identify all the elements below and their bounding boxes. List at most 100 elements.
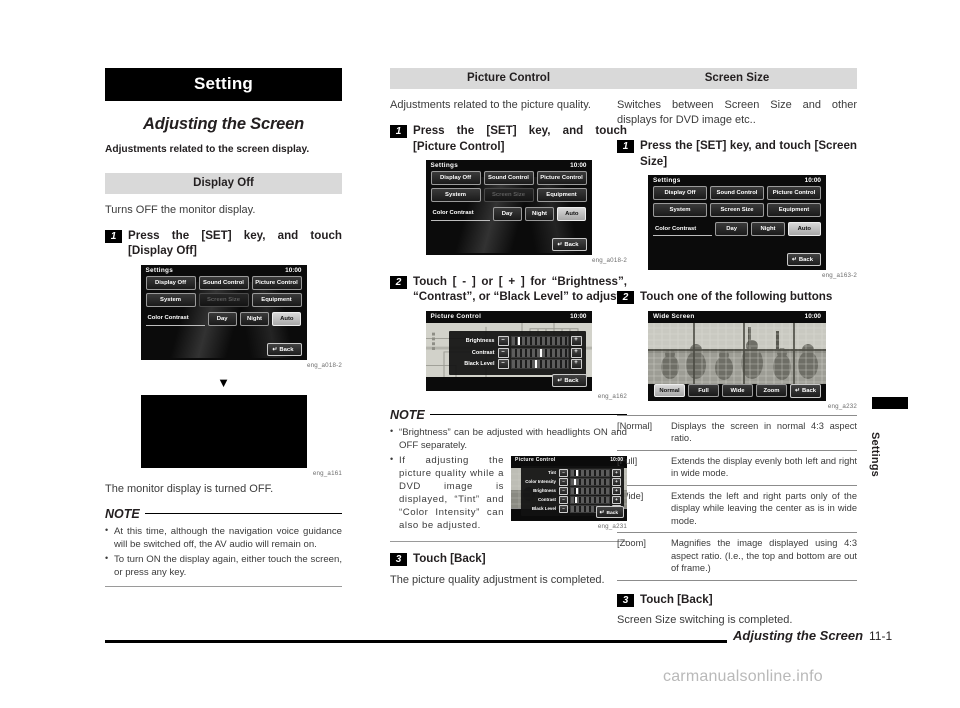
device-button-equipment[interactable]: Equipment bbox=[251, 292, 302, 307]
increase-button[interactable]: + bbox=[570, 347, 582, 358]
increase-button[interactable]: + bbox=[612, 486, 621, 495]
table-cell-key: [Zoom] bbox=[617, 532, 671, 582]
note-label: NOTE bbox=[105, 506, 140, 521]
device-button-sound-control[interactable]: Sound Control bbox=[483, 170, 534, 185]
decrease-button[interactable]: – bbox=[497, 336, 509, 347]
device-back-button[interactable]: ↵ Back bbox=[267, 342, 302, 356]
device-screenshot-picture-control-dvd: Picture Control 10:00 Tint – + Color Int… bbox=[511, 455, 627, 521]
slider-knob[interactable] bbox=[518, 337, 521, 346]
table-row: [Normal] Displays the screen in normal 4… bbox=[617, 414, 857, 451]
device-button-equipment[interactable]: Equipment bbox=[536, 187, 587, 202]
device-button-display-off[interactable]: Display Off bbox=[430, 170, 481, 185]
device-button-night[interactable]: Night bbox=[239, 311, 270, 326]
device-clock: 10:00 bbox=[610, 457, 623, 464]
footer-rule bbox=[105, 640, 727, 643]
slider-knob[interactable] bbox=[574, 496, 577, 503]
device-color-contrast-label: Color Contrast bbox=[430, 207, 490, 221]
step-1-display-off: 1 Press the [SET] key, and touch [Displa… bbox=[105, 228, 342, 259]
back-arrow-icon: ↵ bbox=[557, 241, 563, 248]
figure-caption-2: eng_a161 bbox=[312, 469, 342, 477]
slider-track[interactable] bbox=[570, 486, 610, 495]
table-cell-value: Extends the display evenly both left and… bbox=[671, 449, 857, 486]
device-button-night[interactable]: Night bbox=[751, 222, 785, 237]
note-header-2: NOTE bbox=[390, 408, 627, 422]
slider-track[interactable] bbox=[510, 336, 569, 347]
screen-size-result: Screen Size switching is completed. bbox=[617, 614, 793, 627]
increase-button[interactable]: + bbox=[612, 477, 621, 486]
increase-button[interactable]: + bbox=[570, 336, 582, 347]
increase-button[interactable]: + bbox=[570, 359, 582, 370]
device-button-night[interactable]: Night bbox=[524, 206, 555, 221]
device-button-normal[interactable]: Normal bbox=[654, 384, 685, 398]
device-button-system[interactable]: System bbox=[145, 292, 196, 307]
footer-page-number: 11-1 bbox=[869, 629, 893, 643]
note-item: At this time, although the navigation vo… bbox=[105, 524, 342, 551]
flow-arrow-down-icon: ▼ bbox=[217, 374, 230, 390]
decrease-button[interactable]: – bbox=[559, 504, 568, 513]
device-button-display-off[interactable]: Display Off bbox=[145, 275, 196, 290]
decrease-button[interactable]: – bbox=[559, 477, 568, 486]
slider-label: Black Level bbox=[531, 506, 556, 512]
device-back-button[interactable]: ↵ Back bbox=[552, 373, 587, 387]
device-button-day[interactable]: Day bbox=[207, 311, 237, 326]
device-button-auto[interactable]: Auto bbox=[787, 222, 821, 237]
device-button-grid: Display Off Sound Control Picture Contro… bbox=[426, 170, 592, 202]
device-button-zoom[interactable]: Zoom bbox=[756, 384, 787, 398]
slider-track[interactable] bbox=[510, 359, 569, 370]
device-button-equipment[interactable]: Equipment bbox=[767, 203, 821, 218]
decrease-button[interactable]: – bbox=[559, 468, 568, 477]
figure-caption-1: eng_a163-2 bbox=[821, 272, 857, 280]
device-button-wide[interactable]: Wide bbox=[722, 384, 753, 398]
device-button-sound-control[interactable]: Sound Control bbox=[710, 186, 764, 201]
device-back-button[interactable]: ↵ Back bbox=[595, 506, 624, 519]
column-display-off: Setting Adjusting the Screen Adjustments… bbox=[105, 68, 342, 588]
device-button-system[interactable]: System bbox=[430, 187, 481, 202]
decrease-button[interactable]: – bbox=[497, 347, 509, 358]
picture-control-intro: Adjustments related to the picture quali… bbox=[390, 99, 591, 111]
slider-track[interactable] bbox=[510, 347, 569, 358]
device-back-row: ↵ Back bbox=[786, 248, 821, 267]
slider-knob[interactable] bbox=[574, 478, 577, 485]
decrease-button[interactable]: – bbox=[497, 359, 509, 370]
slider-label: Contrast bbox=[537, 497, 556, 503]
device-status-bar: Settings 10:00 bbox=[141, 265, 307, 276]
wide-screen-button-row: Normal Full Wide Zoom ↵ Back bbox=[654, 383, 821, 398]
screen-size-description-table: [Normal] Displays the screen in normal 4… bbox=[617, 414, 857, 582]
decrease-button[interactable]: – bbox=[559, 486, 568, 495]
table-cell-key: [Normal] bbox=[617, 414, 671, 451]
device-button-full[interactable]: Full bbox=[688, 384, 719, 398]
note-item: To turn ON the display again, either tou… bbox=[105, 552, 342, 579]
device-button-screen-size[interactable]: Screen Size bbox=[710, 203, 764, 218]
step-number: 2 bbox=[390, 275, 407, 289]
slider-knob[interactable] bbox=[535, 360, 538, 369]
device-back-button[interactable]: ↵ Back bbox=[790, 383, 821, 398]
back-arrow-icon: ↵ bbox=[791, 257, 797, 264]
device-button-picture-control[interactable]: Picture Control bbox=[536, 170, 587, 185]
device-button-sound-control[interactable]: Sound Control bbox=[198, 275, 249, 290]
device-button-system[interactable]: System bbox=[653, 203, 707, 218]
increase-button[interactable]: + bbox=[612, 468, 621, 477]
device-button-grid: Display Off Sound Control Picture Contro… bbox=[648, 186, 826, 218]
device-button-auto[interactable]: Auto bbox=[272, 311, 302, 326]
device-screenshot-settings-enabled: Settings 10:00 Display Off Sound Control… bbox=[648, 175, 826, 271]
picture-control-result: The picture quality adjustment is comple… bbox=[390, 573, 605, 586]
decrease-button[interactable]: – bbox=[559, 495, 568, 504]
device-back-button[interactable]: ↵ Back bbox=[786, 253, 821, 267]
device-button-picture-control[interactable]: Picture Control bbox=[251, 275, 302, 290]
device-button-picture-control[interactable]: Picture Control bbox=[767, 186, 821, 201]
step-text: Touch [Back] bbox=[413, 552, 486, 566]
device-screenshot-settings-disabled: Settings 10:00 Display Off Sound Control… bbox=[140, 264, 307, 360]
slider-label: Black Level bbox=[464, 361, 495, 368]
device-clock: 10:00 bbox=[804, 312, 821, 320]
device-back-button[interactable]: ↵ Back bbox=[552, 237, 587, 251]
slider-knob[interactable] bbox=[539, 348, 542, 357]
device-button-day[interactable]: Day bbox=[492, 206, 522, 221]
column-screen-size: Screen Size Switches between Screen Size… bbox=[617, 68, 857, 639]
device-button-auto[interactable]: Auto bbox=[557, 206, 587, 221]
device-button-display-off[interactable]: Display Off bbox=[653, 186, 707, 201]
slider-track[interactable] bbox=[570, 468, 610, 477]
slider-knob[interactable] bbox=[575, 469, 578, 476]
slider-knob[interactable] bbox=[576, 487, 579, 494]
device-button-day[interactable]: Day bbox=[715, 222, 749, 237]
slider-track[interactable] bbox=[570, 477, 610, 486]
